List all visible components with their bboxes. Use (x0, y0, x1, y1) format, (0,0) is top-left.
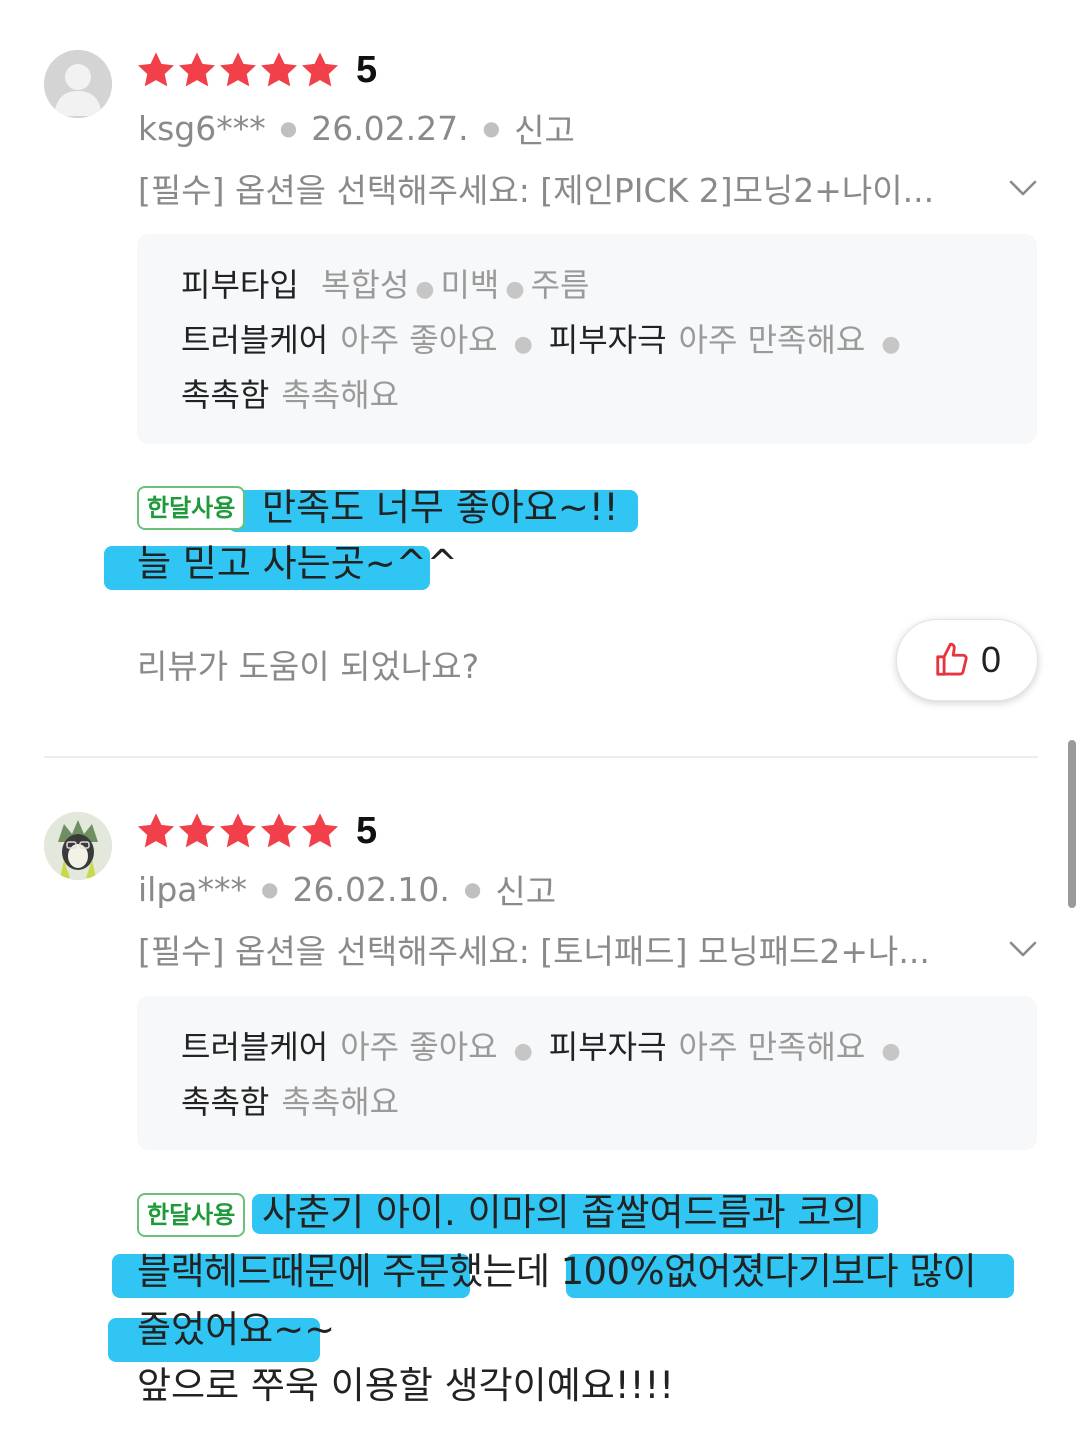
meta-separator: ● (261, 877, 279, 901)
attribute-separator: ● (881, 1039, 901, 1064)
attribute-value: 아주 만족해요 (678, 1028, 866, 1066)
attribute-line: 트러블케어 아주 좋아요 ● 피부자극 아주 만족해요 ● (181, 313, 1037, 368)
username: ksg6*** (138, 108, 266, 148)
attribute-key: 트러블케어 (181, 321, 329, 359)
rating-number: 5 (356, 809, 378, 852)
star-icon (177, 51, 217, 89)
meta-separator: ● (482, 116, 501, 140)
chevron-down-icon[interactable] (1006, 171, 1040, 205)
attribute-separator: ● (513, 1039, 533, 1064)
skin-attributes-box: 피부타입 복합성 ● 미백 ● 주름 트러블케어 아주 좋아요 ● 피부자극 아주 만족해요 ● … (137, 234, 1037, 444)
attribute-value: 아주 좋아요 (340, 1028, 498, 1066)
star-rating (136, 812, 340, 850)
attribute-key: 트러블케어 (181, 1028, 329, 1066)
star-rating (136, 51, 340, 89)
star-icon (300, 812, 340, 850)
option-text: [필수] 옵션을 선택해주세요: [토너패드] 모닝패드2+나... (138, 932, 930, 971)
attribute-line: 촉촉함 촉촉해요 (181, 368, 1037, 423)
star-icon (218, 812, 258, 850)
review-meta: ksg6*** ● 26.02.27. ● 신고 (138, 104, 575, 152)
meta-separator: ● (463, 877, 482, 901)
review-body-line: 만족도 너무 좋아요~!! (262, 486, 619, 529)
usage-badge: 한달사용 (137, 1193, 246, 1237)
option-text: [필수] 옵션을 선택해주세요: [제인PICK 2]모닝2+나이... (138, 171, 935, 210)
review-divider (44, 756, 1038, 758)
attribute-line: 트러블케어 아주 좋아요 ● 피부자극 아주 만족해요 ● (181, 1020, 1037, 1075)
review-body-line: 블랙헤드때문에 주문했는데 100%없어졌다기보다 많이 (137, 1250, 977, 1293)
review-body-line: 늘 믿고 사는곳~^^ (137, 542, 458, 585)
star-icon (259, 812, 299, 850)
review-body-line: 앞으로 쭈욱 이용할 생각이예요!!!! (137, 1364, 675, 1407)
attribute-value: 촉촉해요 (281, 1083, 400, 1121)
attribute-value: 아주 좋아요 (340, 321, 498, 359)
scrollbar[interactable] (1068, 740, 1076, 908)
attribute-key: 피부자극 (548, 1028, 667, 1066)
thumbs-up-icon (936, 642, 968, 676)
rating-row: 5 (136, 48, 377, 92)
star-icon (218, 51, 258, 89)
star-icon (136, 51, 176, 89)
username: ilpa*** (138, 869, 248, 909)
meta-separator: ● (279, 116, 298, 140)
chevron-down-icon[interactable] (1006, 932, 1040, 966)
usage-badge: 한달사용 (137, 486, 246, 530)
purchased-option[interactable]: [필수] 옵션을 선택해주세요: [제인PICK 2]모닝2+나이... (138, 164, 1040, 212)
default-user-avatar-icon (44, 50, 112, 118)
like-count: 0 (980, 639, 1002, 680)
review-date: 26.02.27. (311, 108, 469, 148)
purchased-option[interactable]: [필수] 옵션을 선택해주세요: [토너패드] 모닝패드2+나... (138, 925, 1040, 973)
attribute-value: 주름 (530, 266, 590, 304)
value-separator: ● (415, 277, 435, 302)
user-avatar[interactable] (44, 812, 112, 880)
review-body-line: 사춘기 아이. 이마의 좁쌀여드름과 코의 (262, 1191, 866, 1234)
review-date: 26.02.10. (292, 869, 450, 909)
value-separator: ● (505, 277, 525, 302)
star-icon (177, 812, 217, 850)
attribute-line: 피부타입 복합성 ● 미백 ● 주름 (181, 258, 1037, 313)
rating-number: 5 (356, 48, 378, 91)
attribute-separator: ● (513, 332, 533, 357)
rating-row: 5 (136, 809, 377, 853)
attribute-separator: ● (881, 332, 901, 357)
star-icon (300, 51, 340, 89)
skin-attributes-box: 트러블케어 아주 좋아요 ● 피부자극 아주 만족해요 ● 촉촉함 촉촉해요 (137, 996, 1037, 1150)
review-body-line: 줄었어요~~ (137, 1308, 336, 1351)
user-avatar[interactable] (44, 50, 112, 118)
review-meta: ilpa*** ● 26.02.10. ● 신고 (138, 865, 556, 913)
star-icon (259, 51, 299, 89)
report-link[interactable]: 신고 (514, 104, 575, 152)
attribute-value: 복합성 (320, 266, 410, 304)
character-avatar-icon (44, 812, 112, 880)
attribute-value: 아주 만족해요 (678, 321, 866, 359)
star-icon (136, 812, 176, 850)
attribute-key: 촉촉함 (181, 1083, 270, 1121)
attribute-key: 피부타입 (181, 266, 299, 304)
attribute-value: 촉촉해요 (281, 376, 400, 414)
attribute-line: 촉촉함 촉촉해요 (181, 1075, 1037, 1130)
like-button[interactable]: 0 (896, 619, 1038, 701)
attribute-key: 촉촉함 (181, 376, 270, 414)
attribute-value: 미백 (440, 266, 500, 304)
report-link[interactable]: 신고 (495, 865, 556, 913)
helpful-question: 리뷰가 도움이 되었나요? (137, 647, 480, 686)
attribute-key: 피부자극 (548, 321, 667, 359)
